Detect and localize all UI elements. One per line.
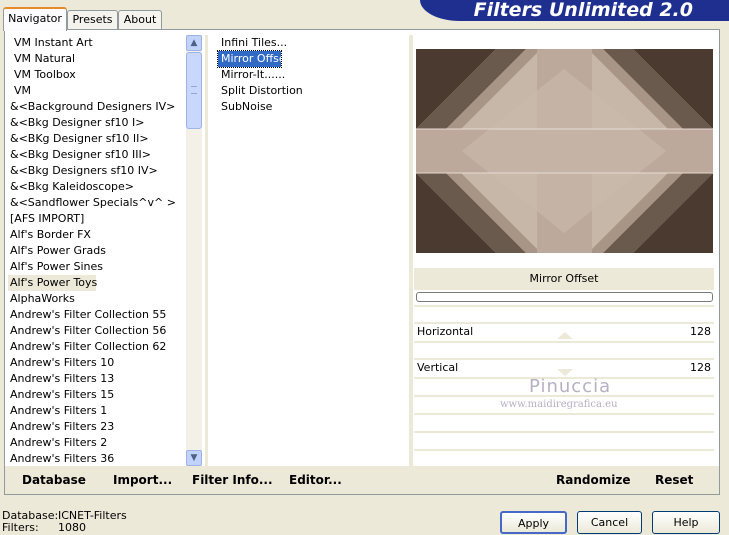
- help-button[interactable]: Help: [652, 511, 720, 534]
- tab-about[interactable]: About: [118, 10, 162, 29]
- filters-count: 1080: [58, 521, 86, 534]
- category-scrollbar[interactable]: ▲ ▼: [186, 35, 202, 466]
- scroll-down-button[interactable]: ▼: [186, 450, 202, 466]
- list-divider: [205, 35, 208, 466]
- param-label: Vertical: [417, 361, 459, 374]
- category-item[interactable]: Alf's Power Sines: [8, 259, 184, 275]
- progress-bar: [416, 292, 713, 302]
- row-separator: [414, 449, 714, 451]
- slider-knob-vertical[interactable]: [557, 369, 573, 376]
- category-item[interactable]: AlphaWorks: [8, 291, 184, 307]
- category-item[interactable]: &<Bkg Designer sf10 III>: [8, 147, 184, 163]
- apply-button[interactable]: Apply: [500, 511, 567, 534]
- category-item[interactable]: Andrew's Filters 15: [8, 387, 184, 403]
- row-separator: [414, 305, 714, 307]
- category-item[interactable]: VM Instant Art: [8, 35, 184, 51]
- filter-info-button[interactable]: Filter Info...: [192, 473, 273, 487]
- filter-item[interactable]: Mirror-It......: [218, 67, 408, 83]
- filter-list[interactable]: Infini Tiles... Mirror Offset Mirror-It...…: [217, 35, 408, 115]
- category-item[interactable]: Andrew's Filters 36: [8, 451, 184, 466]
- category-item[interactable]: VM: [8, 83, 184, 99]
- category-item-selected[interactable]: Alf's Power Toys: [8, 275, 97, 291]
- category-item[interactable]: Andrew's Filters 10: [8, 355, 184, 371]
- category-item[interactable]: Alf's Power Grads: [8, 243, 184, 259]
- param-label: Horizontal: [417, 325, 474, 338]
- category-item[interactable]: &<Bkg Designers sf10 IV>: [8, 163, 184, 179]
- app-brand-banner: Filters Unlimited 2.0: [420, 0, 729, 21]
- filter-item-selected[interactable]: Mirror Offset: [217, 50, 290, 68]
- reset-button[interactable]: Reset: [655, 473, 693, 487]
- filter-item[interactable]: SubNoise: [218, 99, 408, 115]
- category-item[interactable]: &<Background Designers IV>: [8, 99, 184, 115]
- param-value: 128: [690, 361, 711, 374]
- filter-item[interactable]: Split Distortion: [218, 83, 408, 99]
- category-item[interactable]: Andrew's Filters 2: [8, 435, 184, 451]
- tab-navigator[interactable]: Navigator: [3, 7, 67, 31]
- panel-divider: [409, 35, 413, 466]
- category-item[interactable]: Andrew's Filters 1: [8, 403, 184, 419]
- database-button[interactable]: Database: [22, 473, 86, 487]
- selected-filter-title: Mirror Offset: [414, 268, 714, 290]
- filter-item[interactable]: Infini Tiles...: [218, 35, 408, 51]
- category-item[interactable]: &<Bkg Designer sf10 I>: [8, 115, 184, 131]
- category-item[interactable]: Alf's Border FX: [8, 227, 184, 243]
- category-item[interactable]: Andrew's Filters 23: [8, 419, 184, 435]
- cancel-button[interactable]: Cancel: [577, 511, 642, 534]
- row-separator: [414, 413, 714, 415]
- row-separator: [414, 341, 714, 343]
- category-item[interactable]: &<Bkg Kaleidoscope>: [8, 179, 184, 195]
- scroll-thumb[interactable]: [186, 52, 202, 129]
- filter-preview-image: [416, 49, 713, 253]
- category-item[interactable]: Andrew's Filter Collection 56: [8, 323, 184, 339]
- category-list[interactable]: VM Instant Art VM Natural VM Toolbox VM &<Ba…: [8, 35, 184, 466]
- scroll-up-button[interactable]: ▲: [186, 35, 202, 51]
- import-button[interactable]: Import...: [113, 473, 172, 487]
- category-item[interactable]: VM Toolbox: [8, 67, 184, 83]
- category-item[interactable]: &<Sandflower Specials^v^ >: [8, 195, 184, 211]
- category-item[interactable]: Andrew's Filters 13: [8, 371, 184, 387]
- row-separator: [414, 431, 714, 433]
- status-area: Database:ICNET-Filters Filters: 1080: [2, 510, 127, 534]
- category-item[interactable]: [AFS IMPORT]: [8, 211, 184, 227]
- category-item[interactable]: VM Natural: [8, 51, 184, 67]
- filters-label: Filters:: [2, 521, 39, 534]
- watermark-name: Pinuccia: [529, 376, 612, 397]
- randomize-button[interactable]: Randomize: [556, 473, 630, 487]
- editor-button[interactable]: Editor...: [289, 473, 342, 487]
- category-item[interactable]: Andrew's Filter Collection 55: [8, 307, 184, 323]
- watermark-url: www.maidiregrafica.eu: [500, 399, 618, 410]
- category-item[interactable]: Andrew's Filter Collection 62: [8, 339, 184, 355]
- param-value: 128: [690, 325, 711, 338]
- category-item[interactable]: &<BKg Designer sf10 II>: [8, 131, 184, 147]
- tab-presets[interactable]: Presets: [67, 10, 118, 29]
- slider-knob-horizontal[interactable]: [557, 332, 573, 339]
